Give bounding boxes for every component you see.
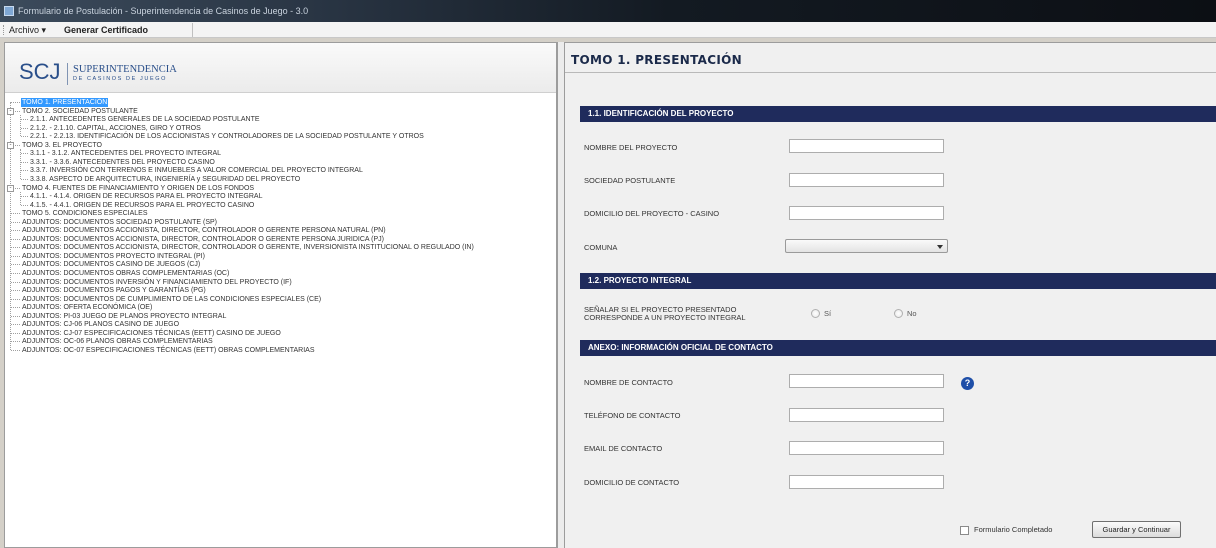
tree-expander-icon[interactable]: -	[7, 184, 14, 192]
logo-mark: SCJ	[19, 59, 61, 84]
tree-connector	[11, 349, 20, 351]
tree-connector	[11, 307, 20, 309]
label-domicilio-proyecto: DOMICILIO DEL PROYECTO - CASINO	[584, 209, 720, 218]
tree-connector	[21, 119, 28, 121]
menu-generar-certificado[interactable]: Generar Certificado	[64, 22, 148, 38]
radio-si-label: Sí	[824, 309, 832, 318]
toolbar-grip-icon	[3, 25, 5, 35]
tree-connector	[11, 264, 20, 266]
sociedad-postulante-input[interactable]	[789, 173, 944, 187]
tree-connector	[21, 170, 28, 172]
tree-connector	[21, 153, 28, 155]
tree-expander-icon[interactable]: -	[7, 141, 14, 149]
panel-splitter[interactable]	[557, 42, 565, 548]
label-domicilio-contacto: DOMICILIO DE CONTACTO	[584, 478, 680, 487]
section-proyecto-integral: 1.2. PROYECTO INTEGRAL	[580, 273, 1216, 289]
tree-connector	[11, 213, 20, 215]
label-sociedad-postulante: SOCIEDAD POSTULANTE	[584, 176, 676, 185]
tree-connector	[11, 341, 20, 343]
tree-connector	[20, 191, 21, 205]
logo-subtext: DE CASINOS DE JUEGO	[73, 76, 167, 82]
formulario-completado-checkbox[interactable]	[960, 526, 969, 535]
tree-item-label: ADJUNTOS: OC-07 ESPECIFICACIONES TÉCNICA…	[22, 346, 315, 354]
domicilio-contacto-input[interactable]	[789, 475, 944, 489]
tree-connector	[11, 273, 20, 274]
menu-bar: Archivo ▾ Generar Certificado	[0, 22, 1216, 38]
comuna-select[interactable]	[785, 239, 948, 253]
tree-connector	[10, 102, 11, 350]
radio-no[interactable]	[894, 309, 903, 318]
logo-divider	[67, 63, 68, 85]
form-panel: TOMO 1. PRESENTACIÓN 1.1. IDENTIFICACIÓN…	[565, 42, 1216, 548]
label-nombre-contacto: NOMBRE DE CONTACTO	[584, 378, 673, 387]
radio-si[interactable]	[811, 309, 820, 318]
label-email-contacto: EMAIL DE CONTACTO	[584, 444, 663, 453]
logo-area: SCJ SUPERINTENDENCIA DE CASINOS DE JUEGO	[5, 43, 556, 93]
title-divider	[565, 72, 1216, 73]
tree-connector	[11, 324, 20, 326]
telefono-contacto-input[interactable]	[789, 408, 944, 422]
help-icon[interactable]: ?	[961, 377, 974, 390]
tree-expander-icon[interactable]: -	[7, 107, 14, 115]
tree-connector	[11, 298, 20, 300]
label-nombre-proyecto: NOMBRE DEL PROYECTO	[584, 143, 678, 152]
label-telefono-contacto: TELÉFONO DE CONTACTO	[584, 411, 681, 420]
tree-connector	[11, 238, 20, 240]
window-title: Formulario de Postulación - Superintende…	[18, 6, 309, 16]
nombre-proyecto-input[interactable]	[789, 139, 944, 153]
navigation-panel: SCJ SUPERINTENDENCIA DE CASINOS DE JUEGO…	[4, 42, 557, 548]
tree-connector	[11, 332, 20, 334]
tree-connector	[21, 196, 28, 198]
menu-separator	[192, 23, 193, 37]
tree-connector	[21, 178, 28, 180]
logo-text: SUPERINTENDENCIA	[73, 64, 177, 75]
label-senalar-line2: CORRESPONDE A UN PROYECTO INTEGRAL	[584, 313, 746, 322]
tree-connector	[11, 221, 20, 223]
label-comuna: COMUNA	[584, 243, 618, 252]
tree-connector	[21, 127, 28, 129]
tree-connector	[21, 204, 28, 206]
tree-connector	[11, 255, 20, 257]
tree-connector	[21, 161, 28, 163]
tree-connector	[11, 281, 20, 283]
section-identificacion: 1.1. IDENTIFICACIÓN DEL PROYECTO	[580, 106, 1216, 122]
app-icon	[4, 6, 14, 16]
tree-connector	[11, 230, 20, 232]
tree-connector	[21, 136, 28, 138]
tree-connector	[11, 247, 20, 249]
tree-item[interactable]: ADJUNTOS: OC-07 ESPECIFICACIONES TÉCNICA…	[21, 346, 316, 355]
email-contacto-input[interactable]	[789, 441, 944, 455]
nombre-contacto-input[interactable]	[789, 374, 944, 388]
formulario-completado-label: Formulario Completado	[974, 525, 1053, 534]
page-title: TOMO 1. PRESENTACIÓN	[571, 53, 742, 67]
chevron-down-icon	[937, 245, 943, 249]
section-anexo-contacto: ANEXO: INFORMACIÓN OFICIAL DE CONTACTO	[580, 340, 1216, 356]
menu-archivo[interactable]: Archivo ▾	[9, 22, 46, 38]
tree-connector	[20, 114, 21, 137]
window-titlebar: Formulario de Postulación - Superintende…	[0, 0, 1216, 22]
radio-no-label: No	[907, 309, 917, 318]
guardar-continuar-button[interactable]: Guardar y Continuar	[1092, 521, 1181, 538]
tree-connector	[11, 290, 20, 292]
tree-connector	[11, 315, 20, 317]
tree-connector	[11, 102, 20, 103]
domicilio-proyecto-input[interactable]	[789, 206, 944, 220]
